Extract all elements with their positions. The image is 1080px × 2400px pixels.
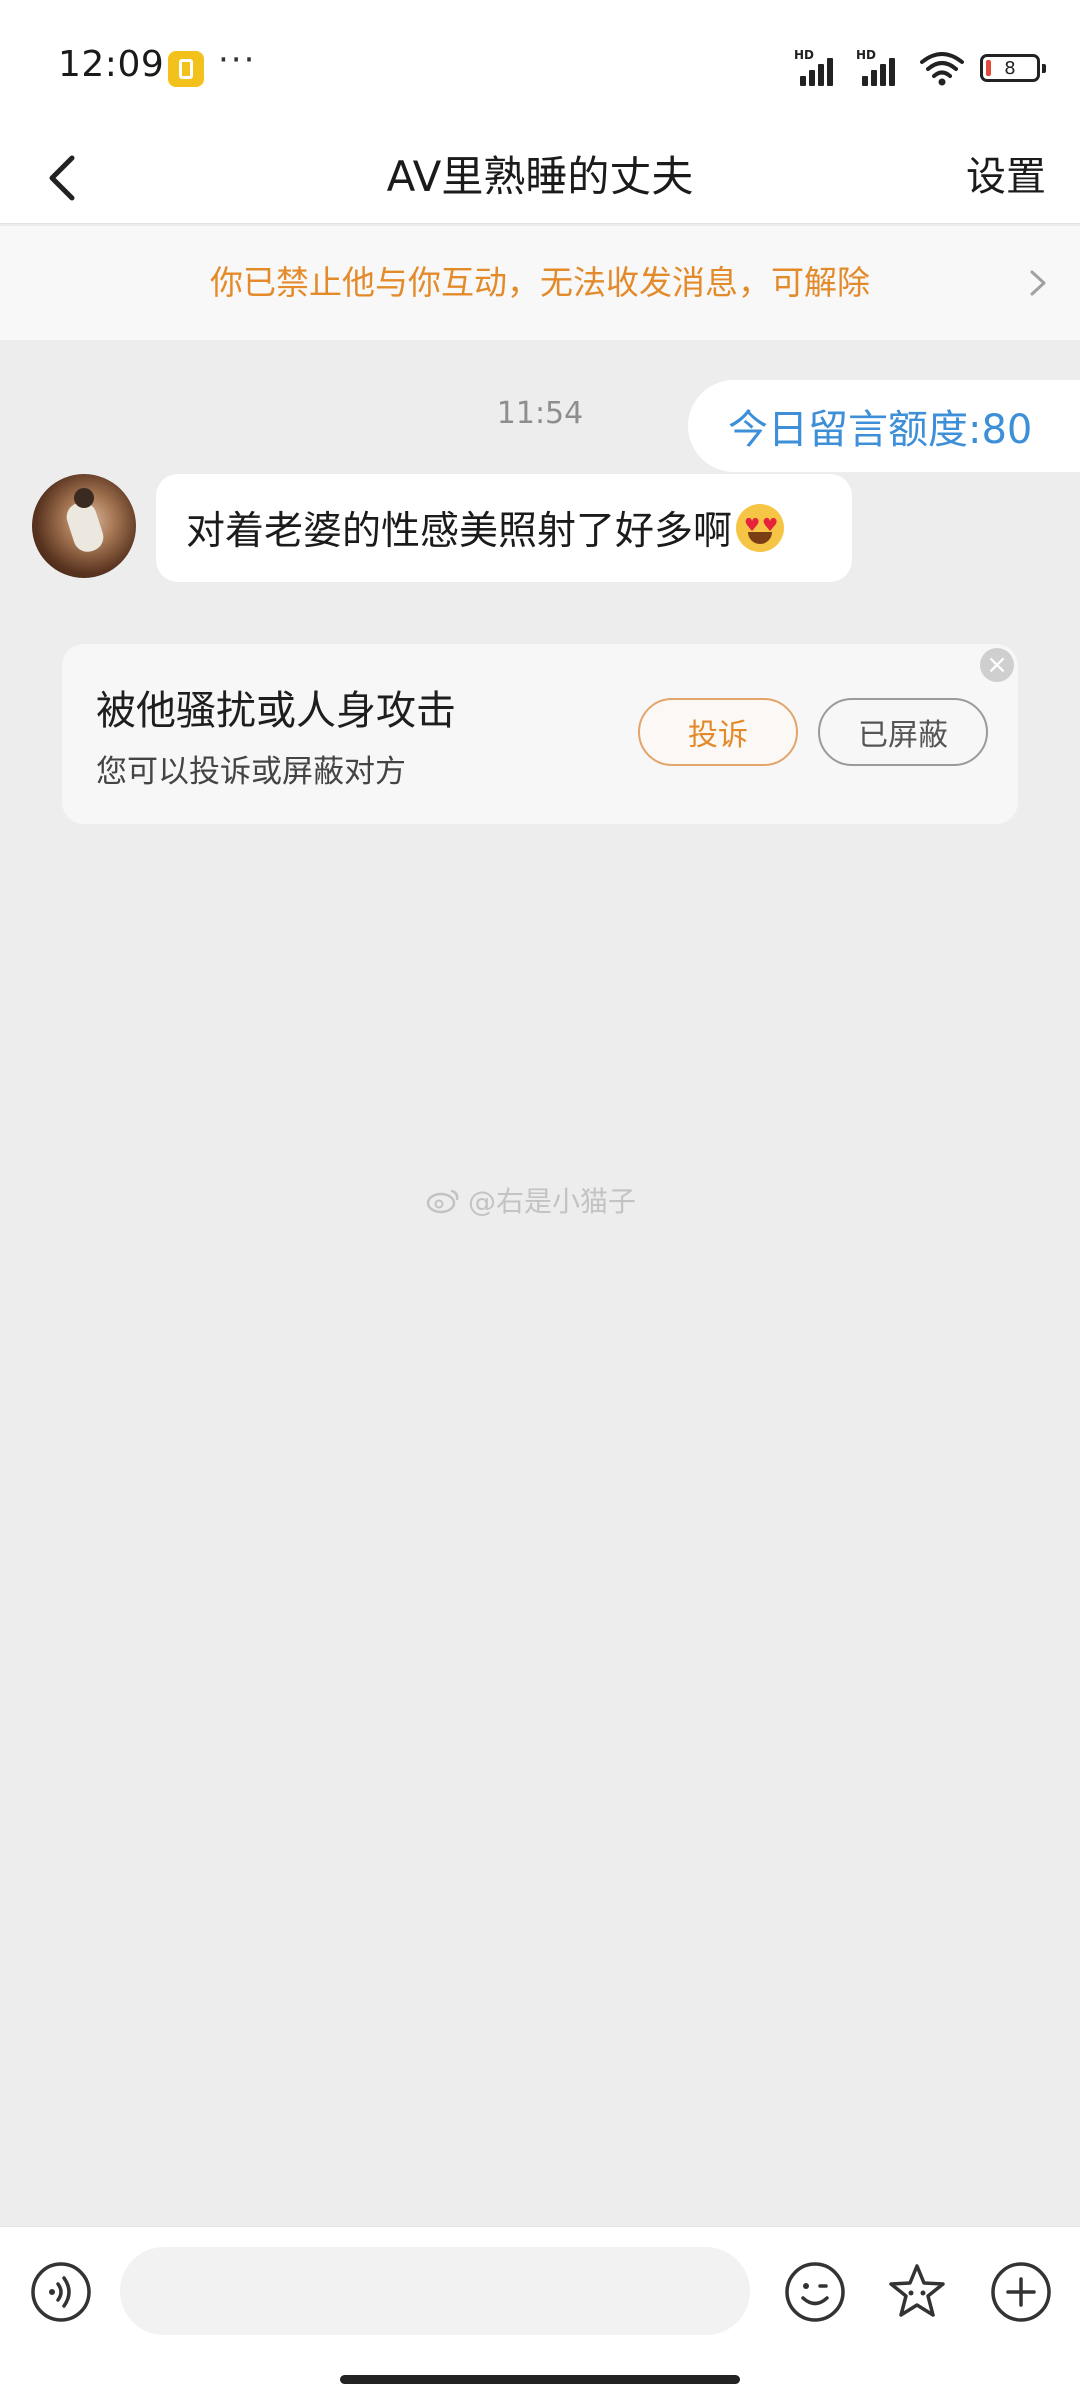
sticker-icon[interactable] bbox=[886, 2261, 948, 2323]
status-indicators: HD HD 8 bbox=[794, 46, 1046, 90]
status-time: 12:09 bbox=[58, 44, 165, 85]
harassment-subtitle: 您可以投诉或屏蔽对方 bbox=[96, 754, 406, 790]
message-timestamp: 11:54 bbox=[496, 396, 584, 431]
avatar[interactable] bbox=[32, 474, 136, 578]
home-indicator[interactable] bbox=[340, 2375, 740, 2384]
harassment-card: 被他骚扰或人身攻击 您可以投诉或屏蔽对方 投诉 已屏蔽 × bbox=[62, 644, 1018, 824]
signal-icon-1: HD bbox=[794, 48, 842, 88]
weibo-icon bbox=[426, 1189, 459, 1214]
block-notice-text: 你已禁止他与你互动，无法收发消息，可解除 bbox=[210, 263, 870, 302]
emoji-icon[interactable] bbox=[784, 2261, 846, 2323]
blocked-button[interactable]: 已屏蔽 bbox=[818, 698, 988, 766]
received-message-bubble[interactable]: 对着老婆的性感美照射了好多啊 ♥ ♥ bbox=[156, 474, 852, 582]
block-notice-banner[interactable]: 你已禁止他与你互动，无法收发消息，可解除 bbox=[0, 226, 1080, 340]
more-notifications-icon: ··· bbox=[218, 40, 257, 80]
chevron-right-icon bbox=[1030, 270, 1046, 296]
chat-title: AV里熟睡的丈夫 bbox=[386, 152, 694, 201]
message-text: 对着老婆的性感美照射了好多啊 bbox=[186, 509, 733, 554]
settings-button[interactable]: 设置 bbox=[966, 138, 1046, 216]
report-button[interactable]: 投诉 bbox=[638, 698, 798, 766]
wifi-icon bbox=[920, 52, 964, 86]
watermark: @右是小猫子 bbox=[426, 1180, 636, 1220]
close-icon[interactable]: × bbox=[980, 648, 1014, 682]
input-bar bbox=[0, 2226, 1080, 2400]
signal-icon-2: HD bbox=[856, 48, 904, 88]
message-input[interactable] bbox=[120, 2247, 750, 2335]
message-quota-bubble: 今日留言额度:80 bbox=[688, 380, 1080, 472]
heart-eyes-emoji-icon: ♥ ♥ bbox=[736, 504, 785, 552]
voice-icon[interactable] bbox=[30, 2261, 92, 2323]
status-bar: 12:09 ··· HD HD 8 bbox=[0, 0, 1080, 130]
battery-level: 8 bbox=[1004, 57, 1016, 79]
harassment-title: 被他骚扰或人身攻击 bbox=[96, 688, 456, 734]
battery-icon: 8 bbox=[980, 54, 1046, 82]
notification-app-icon bbox=[168, 51, 204, 87]
plus-icon[interactable] bbox=[990, 2261, 1052, 2323]
chat-header: AV里熟睡的丈夫 设置 bbox=[0, 130, 1080, 224]
watermark-text: @右是小猫子 bbox=[468, 1185, 637, 1218]
